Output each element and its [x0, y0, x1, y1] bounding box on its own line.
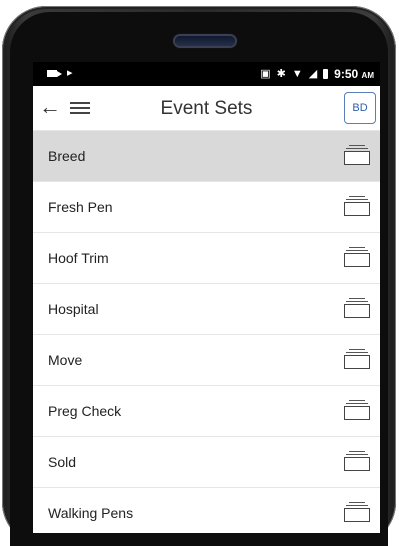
list-item[interactable]: Move	[33, 335, 380, 386]
earpiece-speaker	[175, 36, 235, 46]
status-clock: 9:50 AM	[334, 67, 374, 81]
stack-icon[interactable]	[344, 298, 370, 318]
screen: ▸ ▣ ✱ ▼ ◢ 9:50 AM ← Event Sets BD Breed F…	[33, 62, 380, 533]
stack-icon[interactable]	[344, 196, 370, 216]
wifi-icon: ▼	[291, 68, 303, 80]
stack-icon[interactable]	[344, 145, 370, 165]
list-item[interactable]: Sold	[33, 437, 380, 488]
battery-icon	[323, 69, 329, 79]
list-item-label: Breed	[48, 148, 86, 164]
signal-icon: ◢	[308, 68, 318, 80]
list-item-label: Fresh Pen	[48, 199, 113, 215]
list-item-label: Preg Check	[48, 403, 122, 419]
bluetooth-icon: ✱	[276, 68, 286, 80]
list-item-label: Sold	[48, 454, 77, 470]
avatar[interactable]: BD	[344, 92, 376, 124]
list-item-label: Hoof Trim	[48, 250, 109, 266]
status-bar: ▸ ▣ ✱ ▼ ◢ 9:50 AM	[33, 62, 380, 86]
list-item[interactable]: Hospital	[33, 284, 380, 335]
list-item[interactable]: Fresh Pen	[33, 182, 380, 233]
stack-icon[interactable]	[344, 502, 370, 522]
list-item-label: Walking Pens	[48, 505, 134, 521]
page-title: Event Sets	[160, 98, 253, 119]
stack-icon[interactable]	[344, 247, 370, 267]
stack-icon[interactable]	[344, 349, 370, 369]
notification-icon: ▸	[67, 67, 73, 79]
cast-icon: ▣	[260, 68, 271, 80]
stack-icon[interactable]	[344, 400, 370, 420]
list-item[interactable]: Walking Pens	[33, 488, 380, 533]
list-item[interactable]: Hoof Trim	[33, 233, 380, 284]
event-set-list: Breed Fresh Pen Hoof Trim Hospital Move Preg …	[33, 131, 380, 533]
app-bar: ← Event Sets BD	[33, 86, 380, 131]
list-item-label: Move	[48, 352, 83, 368]
list-item[interactable]: Breed	[33, 131, 380, 182]
stack-icon[interactable]	[344, 451, 370, 471]
list-item[interactable]: Preg Check	[33, 386, 380, 437]
video-icon	[47, 70, 62, 77]
list-item-label: Hospital	[48, 301, 99, 317]
